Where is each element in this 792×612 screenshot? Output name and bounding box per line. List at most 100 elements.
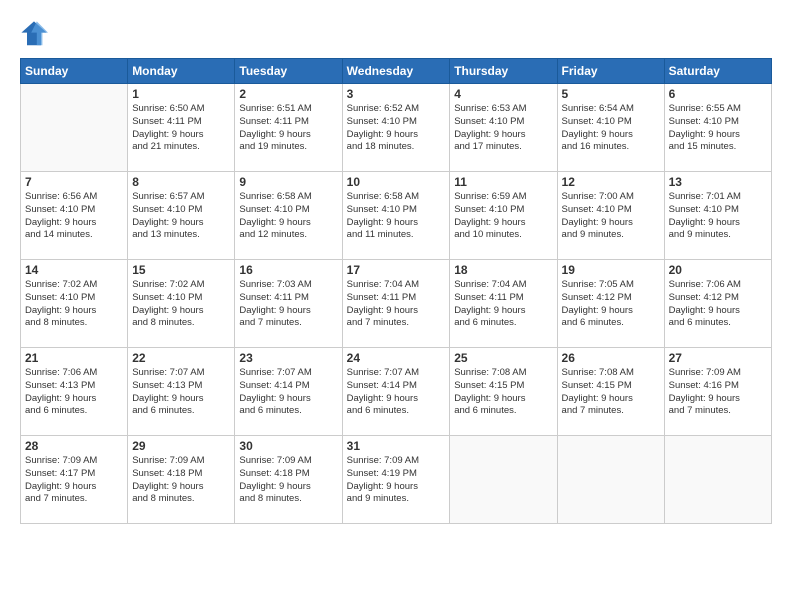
calendar-cell: 31 Sunrise: 7:09 AMSunset: 4:19 PMDayligh…: [342, 436, 450, 524]
calendar-cell: 5 Sunrise: 6:54 AMSunset: 4:10 PMDaylight…: [557, 84, 664, 172]
header-day-thursday: Thursday: [450, 59, 557, 84]
calendar-table: SundayMondayTuesdayWednesdayThursdayFrid…: [20, 58, 772, 524]
day-number: 25: [454, 351, 552, 365]
day-info: Sunrise: 7:05 AMSunset: 4:12 PMDaylight:…: [562, 279, 660, 330]
day-number: 4: [454, 87, 552, 101]
calendar-cell: 10 Sunrise: 6:58 AMSunset: 4:10 PMDayligh…: [342, 172, 450, 260]
day-info: Sunrise: 6:53 AMSunset: 4:10 PMDaylight:…: [454, 103, 552, 154]
calendar-cell: 9 Sunrise: 6:58 AMSunset: 4:10 PMDaylight…: [235, 172, 342, 260]
calendar-cell: [450, 436, 557, 524]
calendar-cell: [21, 84, 128, 172]
day-number: 18: [454, 263, 552, 277]
day-info: Sunrise: 6:55 AMSunset: 4:10 PMDaylight:…: [669, 103, 767, 154]
calendar-cell: 1Sunrise: 6:50 AMSunset: 4:11 PMDaylight…: [128, 84, 235, 172]
day-info: Sunrise: 7:02 AMSunset: 4:10 PMDaylight:…: [25, 279, 123, 330]
calendar-body: 1Sunrise: 6:50 AMSunset: 4:11 PMDaylight…: [21, 84, 772, 524]
day-info: Sunrise: 7:09 AMSunset: 4:16 PMDaylight:…: [669, 367, 767, 418]
calendar-cell: 29 Sunrise: 7:09 AMSunset: 4:18 PMDayligh…: [128, 436, 235, 524]
calendar-cell: 14 Sunrise: 7:02 AMSunset: 4:10 PMDayligh…: [21, 260, 128, 348]
calendar-cell: 2 Sunrise: 6:51 AMSunset: 4:11 PMDaylight…: [235, 84, 342, 172]
day-info: Sunrise: 7:03 AMSunset: 4:11 PMDaylight:…: [239, 279, 337, 330]
week-row-5: 28 Sunrise: 7:09 AMSunset: 4:17 PMDayligh…: [21, 436, 772, 524]
calendar-cell: 7Sunrise: 6:56 AMSunset: 4:10 PMDaylight…: [21, 172, 128, 260]
calendar-cell: 30 Sunrise: 7:09 AMSunset: 4:18 PMDayligh…: [235, 436, 342, 524]
calendar-cell: 18 Sunrise: 7:04 AMSunset: 4:11 PMDayligh…: [450, 260, 557, 348]
day-info: Sunrise: 7:07 AMSunset: 4:14 PMDaylight:…: [239, 367, 337, 418]
calendar-cell: 6 Sunrise: 6:55 AMSunset: 4:10 PMDaylight…: [664, 84, 771, 172]
day-info: Sunrise: 7:07 AMSunset: 4:14 PMDaylight:…: [347, 367, 446, 418]
calendar-cell: 4 Sunrise: 6:53 AMSunset: 4:10 PMDaylight…: [450, 84, 557, 172]
day-number: 12: [562, 175, 660, 189]
logo: [20, 20, 52, 48]
day-info: Sunrise: 7:09 AMSunset: 4:17 PMDaylight:…: [25, 455, 123, 506]
day-number: 7: [25, 175, 123, 189]
day-info: Sunrise: 6:58 AMSunset: 4:10 PMDaylight:…: [347, 191, 446, 242]
day-number: 2: [239, 87, 337, 101]
calendar-cell: 13Sunrise: 7:01 AMSunset: 4:10 PMDayligh…: [664, 172, 771, 260]
calendar-cell: 22Sunrise: 7:07 AMSunset: 4:13 PMDayligh…: [128, 348, 235, 436]
week-row-2: 7Sunrise: 6:56 AMSunset: 4:10 PMDaylight…: [21, 172, 772, 260]
header-row: SundayMondayTuesdayWednesdayThursdayFrid…: [21, 59, 772, 84]
calendar-cell: 28 Sunrise: 7:09 AMSunset: 4:17 PMDayligh…: [21, 436, 128, 524]
day-info: Sunrise: 7:07 AMSunset: 4:13 PMDaylight:…: [132, 367, 230, 418]
day-number: 9: [239, 175, 337, 189]
day-info: Sunrise: 7:09 AMSunset: 4:18 PMDaylight:…: [132, 455, 230, 506]
day-number: 23: [239, 351, 337, 365]
day-number: 3: [347, 87, 446, 101]
calendar-header: SundayMondayTuesdayWednesdayThursdayFrid…: [21, 59, 772, 84]
day-number: 10: [347, 175, 446, 189]
day-number: 26: [562, 351, 660, 365]
day-info: Sunrise: 6:52 AMSunset: 4:10 PMDaylight:…: [347, 103, 446, 154]
day-info: Sunrise: 7:04 AMSunset: 4:11 PMDaylight:…: [454, 279, 552, 330]
week-row-3: 14 Sunrise: 7:02 AMSunset: 4:10 PMDayligh…: [21, 260, 772, 348]
day-info: Sunrise: 7:09 AMSunset: 4:19 PMDaylight:…: [347, 455, 446, 506]
calendar-cell: 27 Sunrise: 7:09 AMSunset: 4:16 PMDayligh…: [664, 348, 771, 436]
day-number: 11: [454, 175, 552, 189]
day-info: Sunrise: 7:02 AMSunset: 4:10 PMDaylight:…: [132, 279, 230, 330]
calendar-cell: 21Sunrise: 7:06 AMSunset: 4:13 PMDayligh…: [21, 348, 128, 436]
header-day-wednesday: Wednesday: [342, 59, 450, 84]
calendar-cell: 24 Sunrise: 7:07 AMSunset: 4:14 PMDayligh…: [342, 348, 450, 436]
day-number: 16: [239, 263, 337, 277]
day-info: Sunrise: 7:09 AMSunset: 4:18 PMDaylight:…: [239, 455, 337, 506]
calendar-cell: [557, 436, 664, 524]
day-info: Sunrise: 6:59 AMSunset: 4:10 PMDaylight:…: [454, 191, 552, 242]
calendar-cell: 26Sunrise: 7:08 AMSunset: 4:15 PMDayligh…: [557, 348, 664, 436]
day-info: Sunrise: 6:54 AMSunset: 4:10 PMDaylight:…: [562, 103, 660, 154]
day-number: 14: [25, 263, 123, 277]
day-number: 19: [562, 263, 660, 277]
day-number: 6: [669, 87, 767, 101]
calendar-cell: [664, 436, 771, 524]
calendar-cell: 15 Sunrise: 7:02 AMSunset: 4:10 PMDayligh…: [128, 260, 235, 348]
calendar-cell: 25 Sunrise: 7:08 AMSunset: 4:15 PMDayligh…: [450, 348, 557, 436]
day-info: Sunrise: 7:06 AMSunset: 4:12 PMDaylight:…: [669, 279, 767, 330]
day-number: 13: [669, 175, 767, 189]
day-number: 28: [25, 439, 123, 453]
day-number: 21: [25, 351, 123, 365]
calendar-cell: 16 Sunrise: 7:03 AMSunset: 4:11 PMDayligh…: [235, 260, 342, 348]
header: [20, 20, 772, 48]
calendar-cell: 12Sunrise: 7:00 AMSunset: 4:10 PMDayligh…: [557, 172, 664, 260]
day-number: 17: [347, 263, 446, 277]
day-info: Sunrise: 6:57 AMSunset: 4:10 PMDaylight:…: [132, 191, 230, 242]
logo-icon: [20, 20, 48, 48]
week-row-1: 1Sunrise: 6:50 AMSunset: 4:11 PMDaylight…: [21, 84, 772, 172]
day-number: 30: [239, 439, 337, 453]
day-number: 24: [347, 351, 446, 365]
day-number: 29: [132, 439, 230, 453]
day-info: Sunrise: 6:51 AMSunset: 4:11 PMDaylight:…: [239, 103, 337, 154]
day-info: Sunrise: 6:50 AMSunset: 4:11 PMDaylight:…: [132, 103, 230, 154]
day-info: Sunrise: 7:04 AMSunset: 4:11 PMDaylight:…: [347, 279, 446, 330]
calendar-cell: 19 Sunrise: 7:05 AMSunset: 4:12 PMDayligh…: [557, 260, 664, 348]
day-info: Sunrise: 7:08 AMSunset: 4:15 PMDaylight:…: [454, 367, 552, 418]
day-number: 20: [669, 263, 767, 277]
day-number: 31: [347, 439, 446, 453]
day-info: Sunrise: 6:58 AMSunset: 4:10 PMDaylight:…: [239, 191, 337, 242]
day-number: 15: [132, 263, 230, 277]
header-day-tuesday: Tuesday: [235, 59, 342, 84]
calendar-cell: 11 Sunrise: 6:59 AMSunset: 4:10 PMDayligh…: [450, 172, 557, 260]
day-number: 5: [562, 87, 660, 101]
header-day-saturday: Saturday: [664, 59, 771, 84]
day-number: 27: [669, 351, 767, 365]
calendar-cell: 3 Sunrise: 6:52 AMSunset: 4:10 PMDaylight…: [342, 84, 450, 172]
